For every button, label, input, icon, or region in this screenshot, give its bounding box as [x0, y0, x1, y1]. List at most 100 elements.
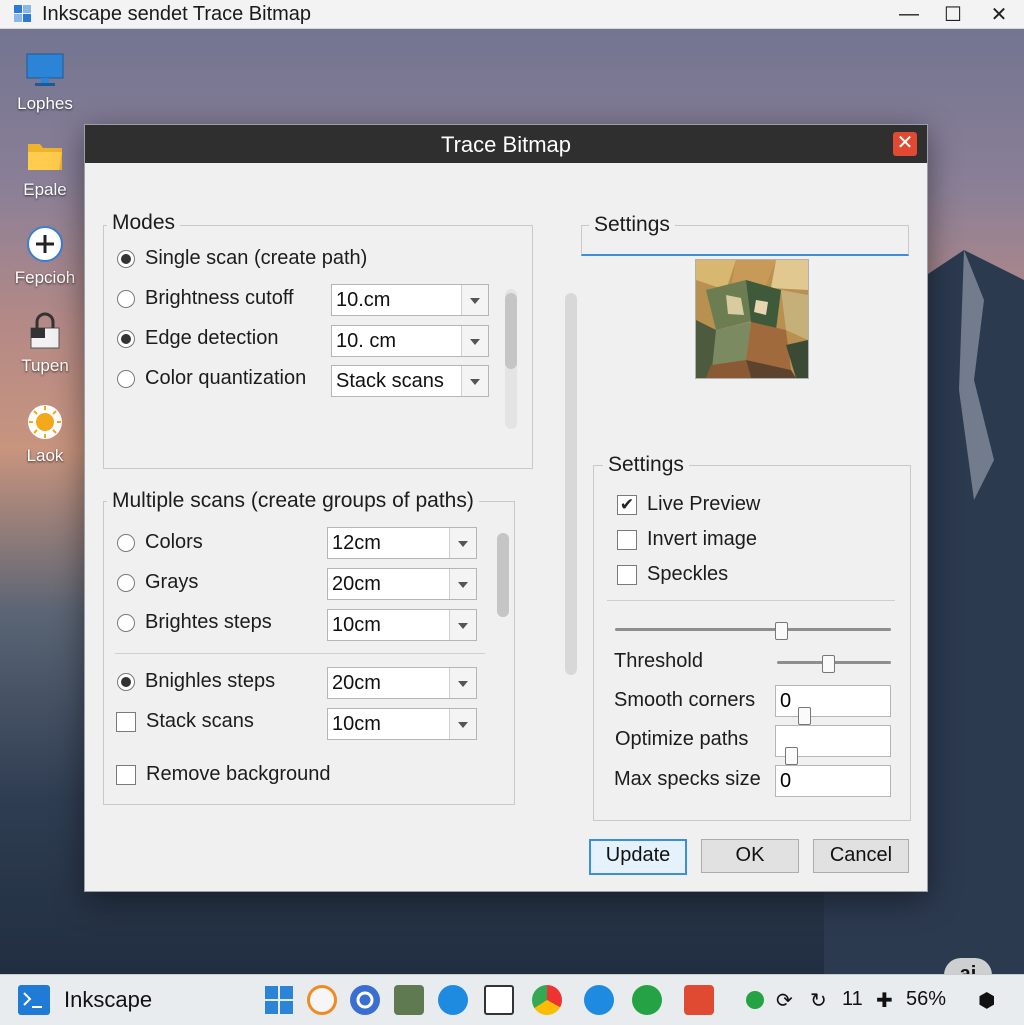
start-icon[interactable] [264, 985, 294, 1015]
input-value: 0 [780, 770, 792, 792]
window-titlebar: Inkscape sendet Trace Bitmap — ☐ ✕ [0, 0, 1024, 29]
radio-button[interactable] [117, 573, 135, 592]
mode-edge-detection[interactable]: Edge detection [117, 327, 278, 350]
desktop-icon-lophes[interactable]: Lophes [3, 50, 87, 114]
scan-bnighles-steps[interactable]: Bnighles steps [117, 670, 275, 693]
grays-combo[interactable]: 20cm [327, 568, 477, 600]
scrollbar-thumb[interactable] [505, 293, 517, 369]
inkscape-taskbar-icon[interactable] [18, 985, 50, 1015]
invert-image-checkbox[interactable]: Invert image [617, 528, 757, 551]
scrollbar-thumb[interactable] [497, 533, 509, 617]
edge-detection-combo[interactable]: 10. cm [331, 325, 489, 357]
chevron-down-icon[interactable] [449, 610, 476, 640]
monitor-icon [25, 50, 65, 90]
radio-button[interactable] [117, 613, 135, 632]
snip-tool-icon[interactable] [484, 985, 514, 1015]
taskbar: Inkscape ⟳ ↻ 11 ✚ 56% ⬢ [0, 974, 1024, 1025]
battery-icon[interactable]: ✚ [876, 988, 893, 1013]
radio-button[interactable] [117, 369, 135, 388]
scan-brightes-steps[interactable]: Brightes steps [117, 611, 272, 634]
chevron-down-icon[interactable] [449, 709, 476, 739]
desktop-icon-laok[interactable]: Laok [3, 402, 87, 466]
smooth-corners-label: Smooth corners [614, 689, 756, 711]
desktop-icon-epale[interactable]: Epale [3, 136, 87, 200]
colors-combo[interactable]: 12cm [327, 527, 477, 559]
optimize-paths-slider-thumb[interactable] [785, 747, 798, 765]
office-icon[interactable] [684, 985, 714, 1015]
smooth-corners-input[interactable]: 0 [775, 685, 891, 717]
combo-value: 10.cm [336, 289, 391, 311]
panel-splitter[interactable] [565, 293, 577, 675]
ok-button[interactable]: OK [701, 839, 799, 873]
phone-icon[interactable] [584, 985, 614, 1015]
radio-button[interactable] [117, 249, 135, 268]
app-orange-icon[interactable] [307, 985, 337, 1015]
dialog-title: Trace Bitmap [440, 132, 571, 157]
modes-scrollbar[interactable] [505, 289, 517, 429]
sync-icon[interactable]: ⟳ [776, 988, 793, 1013]
checkbox[interactable] [617, 529, 637, 550]
multiple-scans-scrollbar[interactable] [497, 533, 509, 617]
chevron-down-icon[interactable] [449, 668, 476, 698]
chevron-down-icon[interactable] [461, 366, 488, 396]
mode-color-quantization[interactable]: Color quantization [117, 367, 306, 390]
radio-button[interactable] [117, 289, 135, 308]
live-preview-checkbox[interactable]: ✔ Live Preview [617, 493, 760, 516]
top-slider-track[interactable] [615, 628, 891, 631]
minimize-button[interactable]: — [886, 0, 932, 28]
stack-scans-checkbox[interactable]: Stack scans [116, 710, 254, 733]
scan-grays[interactable]: Grays [117, 571, 198, 594]
brightness-cutoff-combo[interactable]: 10.cm [331, 284, 489, 316]
mode-brightness-cutoff[interactable]: Brightness cutoff [117, 287, 294, 310]
taskbar-app-name: Inkscape [64, 987, 153, 1012]
speckles-checkbox[interactable]: Speckles [617, 563, 728, 586]
smooth-corners-slider-thumb[interactable] [798, 707, 811, 725]
max-specks-label: Max specks size [614, 768, 761, 790]
radio-button[interactable] [117, 329, 135, 348]
stack-scans-combo[interactable]: 10cm [327, 708, 477, 740]
desktop-icon-label: Epale [23, 180, 67, 199]
desktop-icon-label: Fepcioh [14, 268, 76, 287]
chevron-down-icon[interactable] [449, 528, 476, 558]
network-status-icon[interactable] [746, 991, 764, 1009]
color-quantization-combo[interactable]: Stack scans [331, 365, 489, 397]
chrome-icon[interactable] [532, 985, 562, 1015]
brightes-steps-combo[interactable]: 10cm [327, 609, 477, 641]
dialog-close-button[interactable]: ✕ [893, 132, 917, 156]
scan-label: Brightes steps [145, 611, 272, 633]
checkmark-icon[interactable]: ✔ [617, 494, 637, 515]
chevron-down-icon[interactable] [449, 569, 476, 599]
radio-button[interactable] [117, 533, 135, 552]
window-close-button[interactable]: ✕ [976, 0, 1022, 28]
cancel-button[interactable]: Cancel [813, 839, 909, 873]
chevron-down-icon[interactable] [461, 326, 488, 356]
checkbox[interactable] [617, 564, 637, 585]
settings-icon[interactable] [350, 985, 380, 1015]
checkbox[interactable] [116, 711, 136, 732]
input-value: 0 [780, 690, 792, 712]
checkbox[interactable] [116, 764, 136, 785]
remove-background-checkbox[interactable]: Remove background [116, 763, 331, 786]
photos-icon[interactable] [394, 985, 424, 1015]
refresh-icon[interactable]: ↻ [810, 988, 827, 1013]
scan-colors[interactable]: Colors [117, 531, 203, 554]
top-slider-thumb[interactable] [775, 622, 788, 640]
max-specks-input[interactable]: 0 [775, 765, 891, 797]
chevron-down-icon[interactable] [461, 285, 488, 315]
bnighles-steps-combo[interactable]: 20cm [327, 667, 477, 699]
threshold-slider-thumb[interactable] [822, 655, 835, 673]
update-button[interactable]: Update [589, 839, 687, 875]
desktop-icon-fepcioh[interactable]: Fepcioh [3, 224, 87, 288]
maximize-button[interactable]: ☐ [930, 0, 976, 28]
shield-icon[interactable]: ⬢ [978, 988, 995, 1013]
desktop-icon-tupen[interactable]: Tupen [3, 312, 87, 376]
checkbox-label: Stack scans [146, 710, 254, 732]
radio-button[interactable] [117, 672, 135, 691]
mode-single-scan[interactable]: Single scan (create path) [117, 247, 367, 270]
checkbox-label: Live Preview [647, 493, 761, 515]
checkbox-label: Invert image [647, 528, 758, 550]
settings-legend: Settings [603, 453, 689, 477]
edge-browser-icon[interactable] [438, 985, 468, 1015]
trace-bitmap-dialog: Trace Bitmap ✕ Modes Single scan (create… [84, 124, 928, 892]
maps-icon[interactable] [632, 985, 662, 1015]
